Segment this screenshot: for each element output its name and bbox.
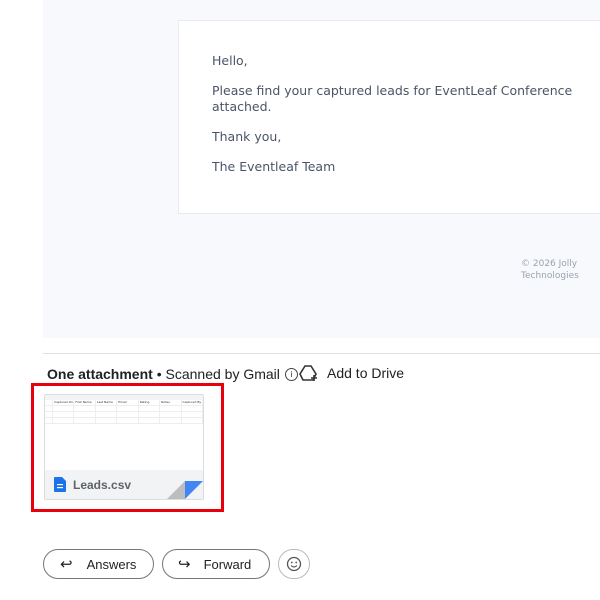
scanned-label: • Scanned by Gmail	[152, 366, 280, 382]
email-footer: © 2026 Jolly Technologies	[521, 259, 579, 281]
attachments-header: One attachment • Scanned by Gmail i	[47, 366, 298, 382]
signature: The Eventleaf Team	[212, 159, 336, 174]
reply-icon: ↩	[60, 556, 73, 573]
emoji-reaction-button[interactable]	[278, 549, 310, 579]
reply-all-label: Answers	[86, 556, 137, 572]
thanks-text: Thank you,	[212, 129, 282, 144]
reply-all-button[interactable]: ↩ Answers	[43, 549, 154, 579]
email-message-card: Hello, Please find your captured leads f…	[178, 20, 600, 214]
highlight-box	[31, 383, 224, 512]
forward-icon: ↪	[178, 556, 191, 573]
emoji-icon	[286, 556, 302, 572]
forward-label: Forward	[203, 556, 252, 572]
greeting: Hello,	[212, 53, 248, 68]
divider	[43, 353, 600, 354]
drive-add-icon	[299, 365, 317, 381]
body-text: Please find your captured leads for Even…	[212, 83, 573, 114]
add-to-drive-button[interactable]: Add to Drive	[299, 364, 404, 382]
attachment-count: One attachment	[47, 366, 153, 382]
forward-button[interactable]: ↪ Forward	[162, 549, 270, 579]
info-icon[interactable]: i	[284, 367, 298, 381]
add-to-drive-label: Add to Drive	[327, 365, 405, 381]
